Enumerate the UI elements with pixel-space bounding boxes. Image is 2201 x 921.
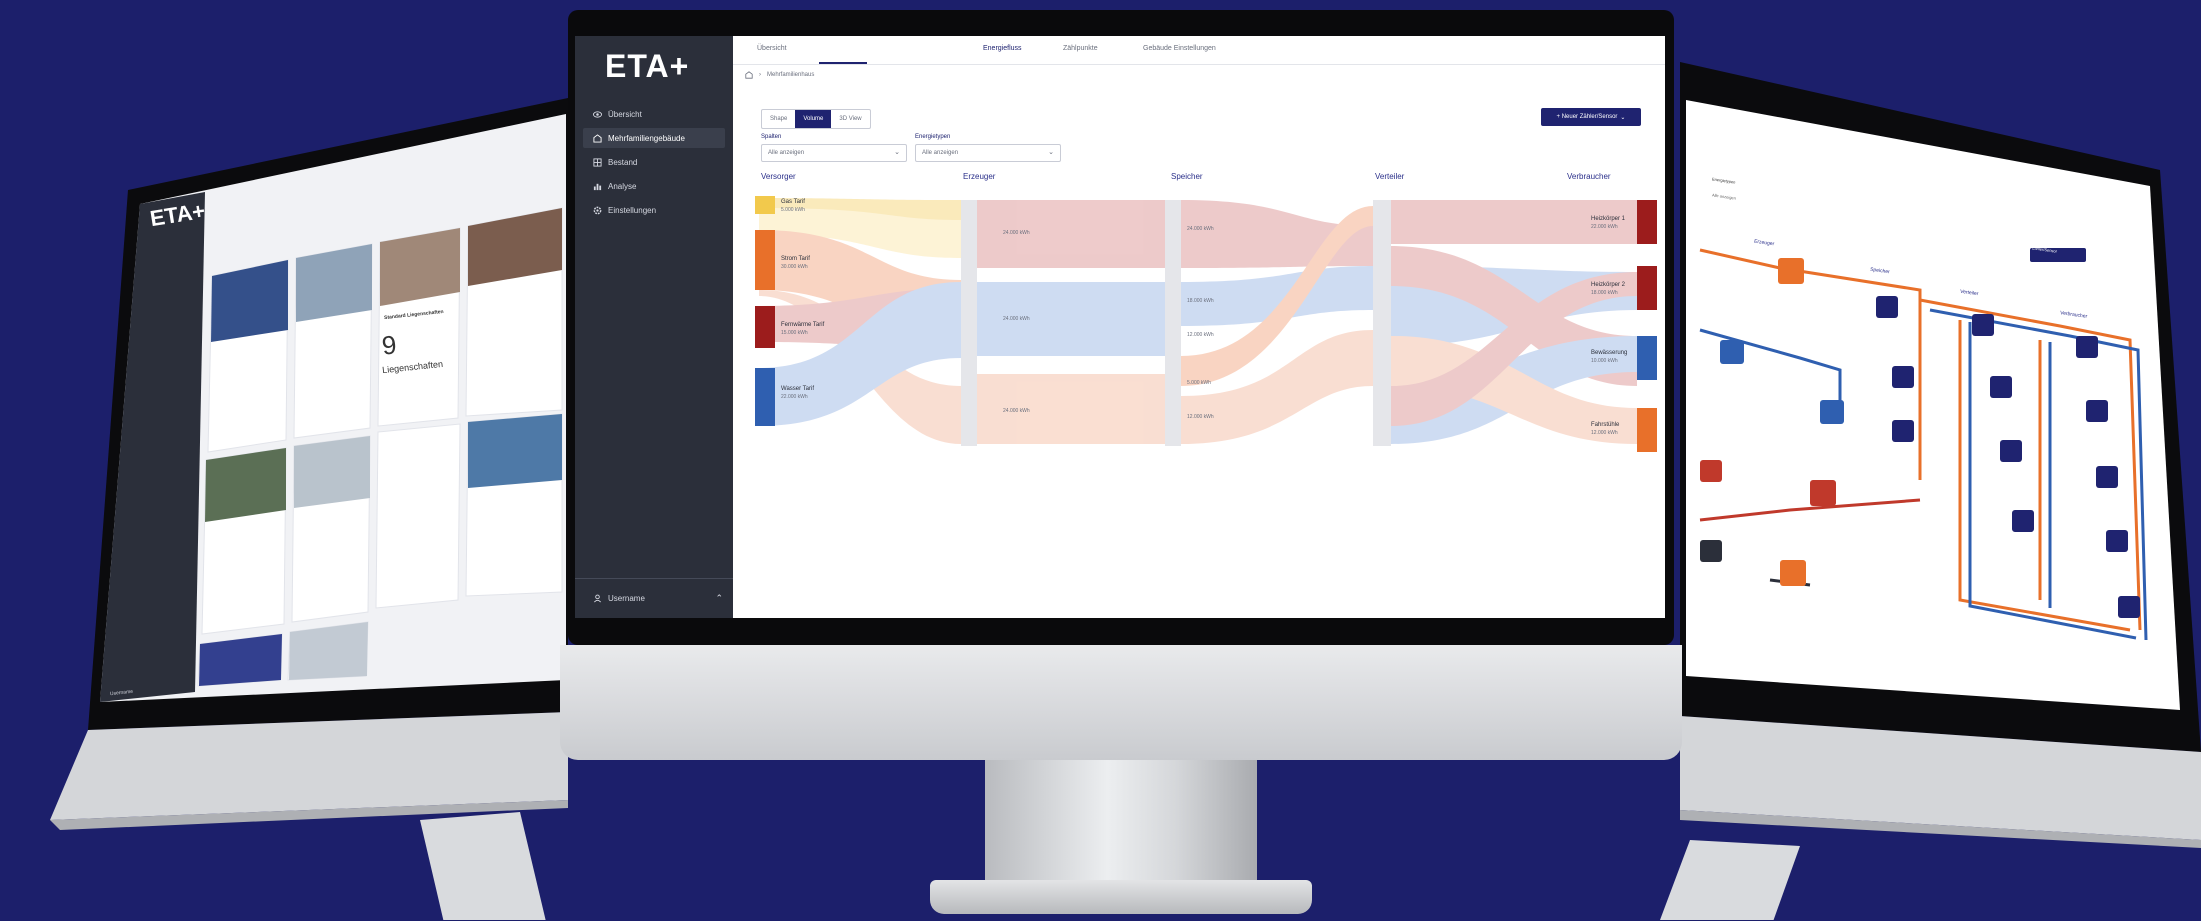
value-fahrstuehle: 12.000 kWh <box>1591 430 1618 436</box>
new-sensor-button[interactable]: + Neuer Zähler/Sensor ⌄ <box>1541 108 1641 126</box>
types-select[interactable]: Alle anzeigen ⌄ <box>915 144 1061 162</box>
types-filter-label: Energietypen <box>915 134 951 140</box>
sidebar-item-einstellungen[interactable]: Einstellungen <box>583 200 725 220</box>
columns-select-value: Alle anzeigen <box>768 150 805 156</box>
sidebar-item-mehrfamiliengebaeude[interactable]: Mehrfamiliengebäude <box>583 128 725 148</box>
value-speicher-3: 12.000 kWh <box>1187 332 1214 338</box>
view-shape-option[interactable]: Shape <box>762 110 795 128</box>
value-erzeuger-3: 24.000 kWh <box>1003 408 1030 414</box>
sidebar-item-label: Bestand <box>608 157 638 167</box>
types-select-value: Alle anzeigen <box>922 150 959 156</box>
chevron-down-icon: ⌄ <box>1048 149 1054 156</box>
value-fernwaerme-tarif: 15.000 kWh <box>781 330 808 336</box>
node-erzeuger <box>961 200 977 446</box>
left-count: 9 <box>380 329 398 361</box>
app-screen: ETA+ Übersicht Mehrfamiliengebäude Besta… <box>575 36 1665 618</box>
value-erzeuger-1: 24.000 kWh <box>1003 230 1030 236</box>
view-toggle: Shape Volume 3D View <box>761 109 871 129</box>
gear-icon <box>593 206 602 214</box>
home-icon[interactable] <box>745 71 753 79</box>
new-sensor-label: + Neuer Zähler/Sensor <box>1556 114 1618 120</box>
breadcrumb: › Mehrfamilienhaus <box>745 71 814 79</box>
node-verteiler <box>1373 200 1391 446</box>
columns-select[interactable]: Alle anzeigen ⌄ <box>761 144 907 162</box>
node-fernwaerme-tarif[interactable] <box>755 306 775 348</box>
value-speicher-4: 5.000 kWh <box>1187 380 1211 386</box>
building-icon <box>593 133 602 143</box>
label-fahrstuehle: Fahrstühle <box>1591 422 1620 428</box>
tab-energiefluss[interactable]: Energiefluss <box>983 45 1022 52</box>
sidebar-item-label: Übersicht <box>608 109 642 119</box>
node-wasser-tarif[interactable] <box>755 368 775 426</box>
right-monitor <box>1660 40 2201 920</box>
breadcrumb-item[interactable]: Mehrfamilienhaus <box>767 72 814 78</box>
center-monitor-stand <box>985 760 1257 890</box>
left-monitor <box>0 40 580 920</box>
column-header-verbraucher: Verbraucher <box>1567 172 1611 181</box>
sankey-chart: Versorger Erzeuger Speicher Verteiler Ve… <box>733 172 1665 618</box>
tab-bar: Übersicht Energiefluss Zählpunkte Gebäud… <box>733 36 1665 65</box>
node-heizkoerper-1[interactable] <box>1637 200 1657 244</box>
sidebar-item-analyse[interactable]: Analyse <box>583 176 725 196</box>
column-header-versorger: Versorger <box>761 172 796 181</box>
label-fernwaerme-tarif: Fernwärme Tarif <box>781 322 825 328</box>
user-icon <box>594 594 601 603</box>
active-tab-indicator <box>819 62 867 64</box>
flow-v-c1 <box>1391 200 1637 244</box>
sankey-svg: Gas Tarif 5.000 kWh Strom Tarif 30.000 k… <box>755 196 1657 452</box>
value-bewaesserung: 10.000 kWh <box>1591 358 1618 364</box>
app-logo[interactable]: ETA+ <box>605 48 689 85</box>
view-volume-option[interactable]: Volume <box>795 110 832 128</box>
value-heizkoerper-2: 18.000 kWh <box>1591 290 1618 296</box>
column-header-verteiler: Verteiler <box>1375 172 1405 181</box>
value-speicher-5: 12.000 kWh <box>1187 414 1214 420</box>
sidebar-item-label: Analyse <box>608 181 637 191</box>
tab-gebaeude-einstellungen[interactable]: Gebäude Einstellungen <box>1143 45 1216 52</box>
node-speicher <box>1165 200 1181 446</box>
sidebar: ETA+ Übersicht Mehrfamiliengebäude Besta… <box>575 36 733 618</box>
column-header-erzeuger: Erzeuger <box>963 172 996 181</box>
node-strom-tarif[interactable] <box>755 230 775 290</box>
columns-filter-label: Spalten <box>761 134 782 140</box>
user-menu[interactable]: Username ⌃ <box>575 578 733 618</box>
value-wasser-tarif: 22.000 kWh <box>781 394 808 400</box>
chevron-down-icon: ⌄ <box>1620 114 1626 121</box>
sidebar-item-bestand[interactable]: Bestand <box>583 152 725 172</box>
label-strom-tarif: Strom Tarif <box>781 256 810 262</box>
column-header-speicher: Speicher <box>1171 172 1203 181</box>
breadcrumb-separator: › <box>759 72 761 78</box>
tab-uebersicht[interactable]: Übersicht <box>757 45 787 52</box>
flow-s5-v <box>1181 330 1373 444</box>
value-strom-tarif: 30.000 kWh <box>781 264 808 270</box>
value-erzeuger-2: 24.000 kWh <box>1003 316 1030 322</box>
node-heizkoerper-2[interactable] <box>1637 266 1657 310</box>
value-speicher-1: 24.000 kWh <box>1187 226 1214 232</box>
center-monitor-foot <box>930 880 1312 914</box>
center-monitor-chin <box>560 645 1682 760</box>
node-fahrstuehle[interactable] <box>1637 408 1657 452</box>
tab-zaehlpunkte[interactable]: Zählpunkte <box>1063 45 1098 52</box>
grid-icon <box>593 157 602 167</box>
chevron-down-icon: ⌄ <box>894 149 900 156</box>
sidebar-item-uebersicht[interactable]: Übersicht <box>583 104 725 124</box>
label-bewaesserung: Bewässerung <box>1591 350 1627 356</box>
sidebar-item-label: Mehrfamiliengebäude <box>608 133 685 143</box>
value-heizkoerper-1: 22.000 kWh <box>1591 224 1618 230</box>
label-gas-tarif: Gas Tarif <box>781 199 805 205</box>
username: Username <box>608 594 645 603</box>
node-gas-tarif[interactable] <box>755 196 775 214</box>
chart-icon <box>593 183 602 190</box>
chevron-up-icon: ⌃ <box>715 593 723 603</box>
eye-icon <box>593 110 602 118</box>
label-heizkoerper-1: Heizkörper 1 <box>1591 216 1626 222</box>
label-heizkoerper-2: Heizkörper 2 <box>1591 282 1626 288</box>
view-3d-option[interactable]: 3D View <box>831 110 869 128</box>
node-bewaesserung[interactable] <box>1637 336 1657 380</box>
value-speicher-2: 18.000 kWh <box>1187 298 1214 304</box>
sidebar-item-label: Einstellungen <box>608 205 657 215</box>
label-wasser-tarif: Wasser Tarif <box>781 386 814 392</box>
value-gas-tarif: 5.000 kWh <box>781 207 805 213</box>
